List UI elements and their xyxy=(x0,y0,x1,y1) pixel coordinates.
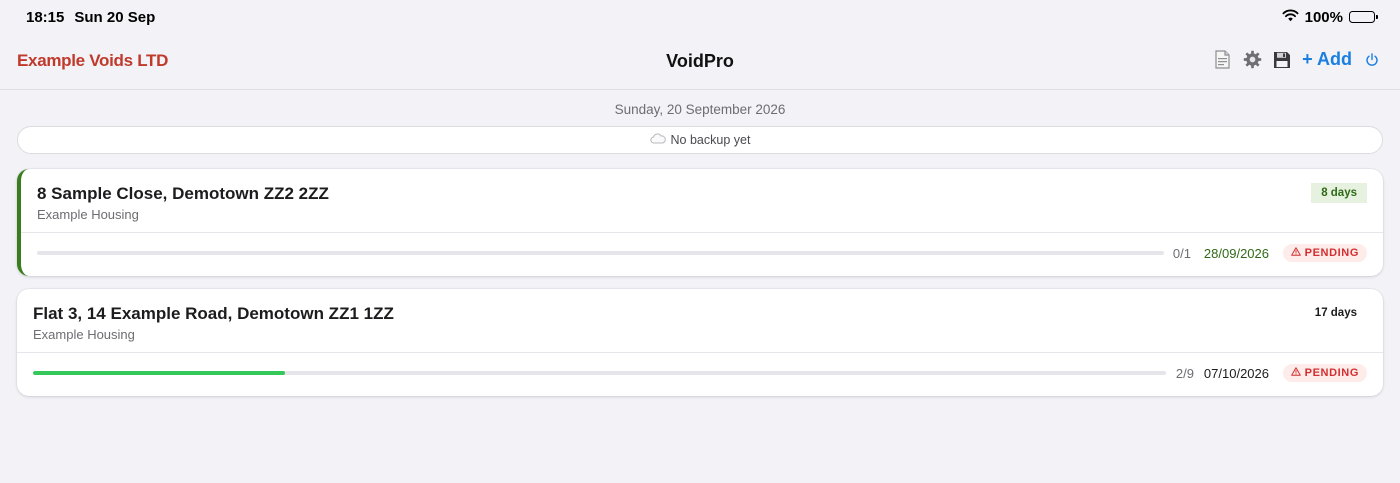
property-card[interactable]: 8 Sample Close, Demotown ZZ2 2ZZ Example… xyxy=(17,169,1383,276)
power-icon[interactable] xyxy=(1362,50,1382,70)
add-button[interactable]: + Add xyxy=(1302,49,1352,70)
status-bar: 18:15 Sun 20 Sep 100% xyxy=(0,0,1400,34)
cloud-icon xyxy=(649,133,666,147)
progress-bar xyxy=(37,251,1164,255)
client-name: Example Housing xyxy=(33,327,135,342)
backup-status[interactable]: No backup yet xyxy=(17,126,1383,154)
status-date: Sun 20 Sep xyxy=(74,8,156,26)
property-address: Flat 3, 14 Example Road, Demotown ZZ1 1Z… xyxy=(33,304,394,323)
progress-bar xyxy=(33,371,1166,375)
status-text: PENDING xyxy=(1304,247,1359,259)
battery-icon xyxy=(1349,11,1378,23)
warning-icon xyxy=(1290,367,1301,379)
property-card[interactable]: Flat 3, 14 Example Road, Demotown ZZ1 1Z… xyxy=(17,289,1383,396)
app-title: VoidPro xyxy=(666,51,734,71)
battery-percent: 100% xyxy=(1304,8,1343,26)
property-address: 8 Sample Close, Demotown ZZ2 2ZZ xyxy=(37,184,329,203)
status-badge: PENDING xyxy=(1282,364,1367,382)
client-name: Example Housing xyxy=(37,207,139,222)
due-date: 28/09/2026 xyxy=(1203,246,1269,261)
status-time: 18:15 xyxy=(26,8,65,26)
backup-text: No backup yet xyxy=(670,133,751,147)
days-badge: 8 days xyxy=(1311,183,1367,203)
due-date: 07/10/2026 xyxy=(1203,366,1269,381)
warning-icon xyxy=(1290,247,1301,259)
task-count: 0/1 xyxy=(1172,246,1191,261)
status-text: PENDING xyxy=(1304,367,1359,379)
task-count: 2/9 xyxy=(1175,366,1194,381)
status-badge: PENDING xyxy=(1282,244,1367,262)
save-icon[interactable] xyxy=(1272,50,1292,70)
wifi-icon xyxy=(1282,9,1299,26)
document-icon[interactable] xyxy=(1212,50,1232,70)
navigation-bar: Example Voids LTD VoidPro + Add xyxy=(0,34,1400,90)
progress-fill xyxy=(33,371,285,375)
gear-icon[interactable] xyxy=(1242,50,1262,70)
days-badge: 17 days xyxy=(1314,307,1357,319)
current-date: Sunday, 20 September 2026 xyxy=(614,102,786,117)
